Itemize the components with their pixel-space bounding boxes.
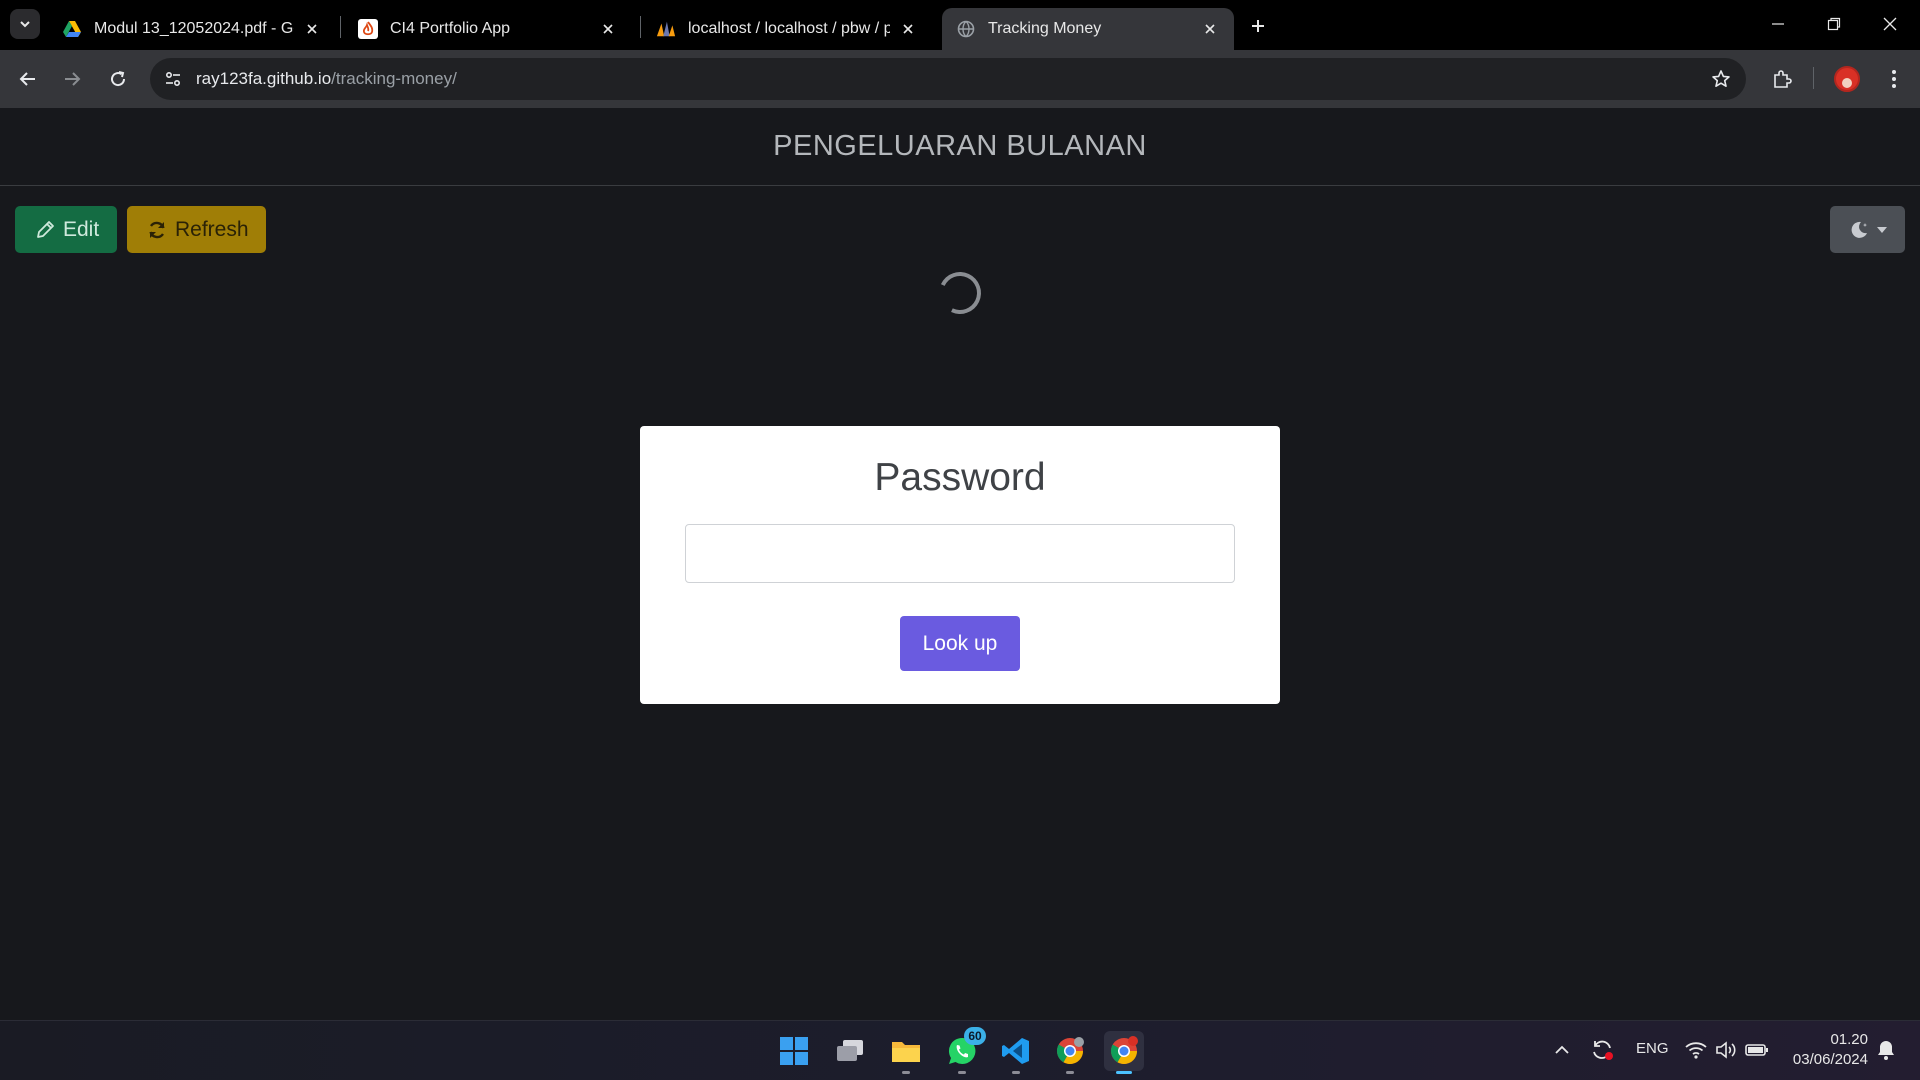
system-clock[interactable]: 01.20 03/06/2024 [1778, 1030, 1868, 1070]
page-title: PENGELUARAN BULANAN [773, 130, 1147, 162]
chrome-icon [1056, 1037, 1084, 1065]
taskbar-chrome-profile[interactable] [1050, 1031, 1090, 1074]
tab-title: CI4 Portfolio App [390, 20, 511, 37]
more-vertical-icon [1892, 70, 1896, 88]
theme-toggle-button[interactable] [1830, 206, 1905, 253]
sync-icon[interactable] [1589, 1037, 1615, 1063]
minimize-icon [1772, 23, 1784, 25]
clock-time: 01.20 [1830, 1031, 1868, 1048]
profile-avatar[interactable] [1834, 66, 1860, 92]
bookmark-star-icon[interactable] [1710, 68, 1732, 90]
codeigniter-icon [358, 19, 378, 39]
forward-button[interactable] [56, 63, 88, 95]
reload-button[interactable] [102, 63, 134, 95]
tab-title: Tracking Money [988, 20, 1102, 37]
url-text: ray123fa.github.io/tracking-money/ [196, 69, 457, 89]
windows-taskbar: 60 [0, 1020, 1920, 1080]
plus-icon [1252, 20, 1264, 32]
puzzle-icon [1774, 70, 1792, 88]
page-content: PENGELUARAN BULANAN Edit Refresh Passwor… [0, 108, 1920, 1020]
password-title: Password [874, 456, 1046, 499]
tab-title: localhost / localhost / pbw / po [688, 20, 890, 37]
refresh-icon [147, 220, 167, 240]
tab-modul-pdf[interactable]: Modul 13_12052024.pdf - Google [48, 8, 336, 50]
tab-phpmyadmin[interactable]: localhost / localhost / pbw / po [642, 8, 932, 50]
look-up-button[interactable]: Look up [900, 616, 1020, 671]
vscode-icon [1002, 1038, 1029, 1064]
toolbar-divider [1813, 67, 1814, 89]
start-button[interactable] [774, 1031, 814, 1071]
loading-spinner [933, 266, 987, 320]
taskbar-file-explorer[interactable] [886, 1031, 926, 1074]
close-icon [1883, 17, 1897, 31]
battery-icon[interactable] [1744, 1037, 1770, 1063]
volume-icon[interactable] [1713, 1037, 1739, 1063]
language-indicator[interactable]: ENG [1636, 1040, 1669, 1057]
browser-menu-button[interactable] [1878, 63, 1910, 95]
refresh-button-label: Refresh [175, 217, 249, 241]
url-path: /tracking-money/ [331, 69, 457, 88]
wifi-icon[interactable] [1683, 1037, 1709, 1063]
url-host: ray123fa.github.io [196, 69, 332, 88]
tab-separator [340, 16, 341, 38]
tab-title: Modul 13_12052024.pdf - Google [94, 20, 294, 37]
taskbar-vscode[interactable] [996, 1031, 1036, 1074]
page-header: PENGELUARAN BULANAN [0, 108, 1920, 186]
edit-button[interactable]: Edit [15, 206, 117, 253]
arrow-left-icon [19, 72, 35, 86]
moon-stars-icon [1851, 221, 1867, 238]
reload-icon [111, 71, 126, 87]
folder-icon [892, 1042, 920, 1062]
windows-logo-icon [780, 1037, 808, 1065]
clock-date: 03/06/2024 [1792, 1051, 1868, 1068]
close-icon[interactable] [302, 19, 322, 39]
password-input[interactable] [685, 524, 1235, 583]
password-card: Password Look up [640, 426, 1280, 704]
restore-icon [1827, 17, 1841, 31]
chrome-icon [1110, 1036, 1138, 1065]
tab-search-button[interactable] [10, 9, 40, 39]
close-icon[interactable] [598, 19, 618, 39]
task-view-button[interactable] [830, 1031, 870, 1071]
close-window-button[interactable] [1868, 8, 1912, 40]
browser-toolbar: ray123fa.github.io/tracking-money/ [0, 50, 1920, 108]
close-icon[interactable] [1200, 19, 1220, 39]
tab-ci4-portfolio[interactable]: CI4 Portfolio App [344, 8, 632, 50]
browser-tab-strip: Modul 13_12052024.pdf - Google CI4 Portf… [0, 0, 1920, 50]
tab-separator [640, 16, 641, 38]
caret-down-icon [1876, 226, 1887, 233]
taskbar-whatsapp[interactable]: 60 [942, 1027, 986, 1074]
pencil-icon [35, 220, 55, 240]
notification-bell-icon[interactable] [1873, 1037, 1899, 1063]
globe-icon [956, 19, 976, 39]
whatsapp-badge: 60 [964, 1027, 986, 1045]
site-info-icon[interactable] [162, 68, 184, 90]
close-icon[interactable] [898, 19, 918, 39]
refresh-button[interactable]: Refresh [127, 206, 266, 253]
edit-button-label: Edit [63, 217, 100, 241]
arrow-right-icon [65, 72, 81, 86]
taskbar-chrome-active[interactable] [1104, 1031, 1144, 1074]
address-bar[interactable]: ray123fa.github.io/tracking-money/ [150, 58, 1746, 100]
chevron-down-icon [20, 21, 30, 28]
restore-button[interactable] [1812, 8, 1856, 40]
extensions-button[interactable] [1766, 63, 1798, 95]
minimize-button[interactable] [1756, 8, 1800, 40]
task-view-icon [837, 1040, 863, 1061]
back-button[interactable] [12, 63, 44, 95]
tab-tracking-money[interactable]: Tracking Money [942, 8, 1234, 50]
google-drive-icon [62, 19, 82, 39]
phpmyadmin-icon [656, 19, 676, 39]
show-hidden-icons-chevron-icon[interactable] [1549, 1037, 1575, 1063]
new-tab-button[interactable] [1244, 12, 1272, 40]
